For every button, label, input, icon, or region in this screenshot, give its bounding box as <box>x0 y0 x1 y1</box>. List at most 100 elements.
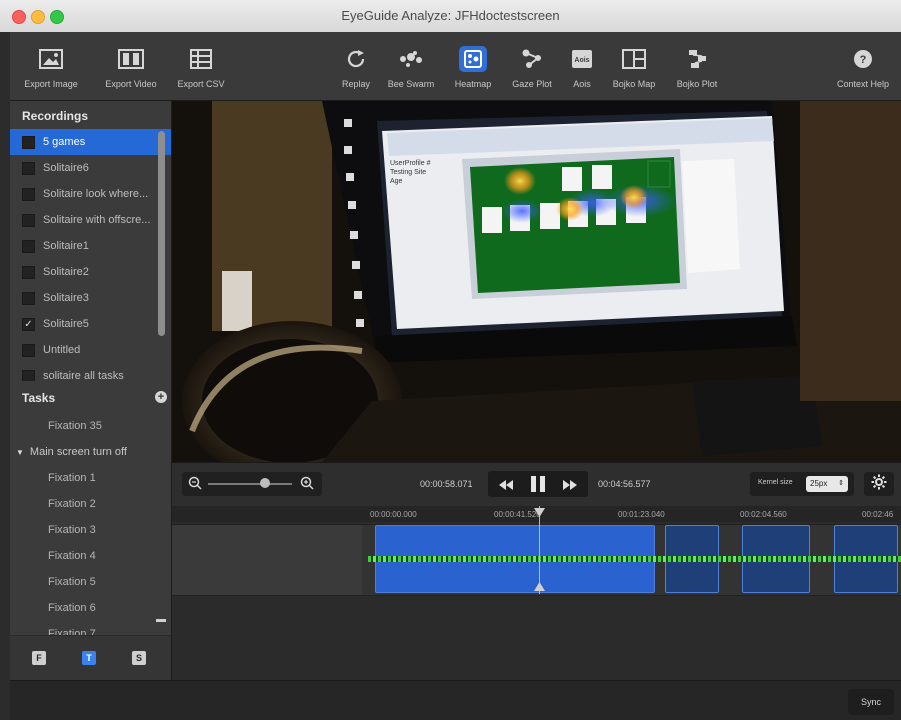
zoom-slider-thumb[interactable] <box>260 478 270 488</box>
video-frame[interactable]: UserProfile # Testing Site Age <box>172 101 901 462</box>
recordings-scrollbar[interactable] <box>158 131 165 336</box>
recording-checkbox[interactable] <box>22 213 35 227</box>
settings-button[interactable] <box>864 472 894 496</box>
footer-bar: Sync <box>10 680 901 720</box>
recording-item[interactable]: solitaire all tasks <box>10 363 171 381</box>
task-item[interactable]: Fixation 3 <box>10 517 171 543</box>
zoom-out-icon[interactable] <box>188 476 202 495</box>
film-icon <box>117 46 145 72</box>
timeline[interactable]: 00:00:00.000 00:00:41.520 00:01:23.040 0… <box>172 506 901 680</box>
bee-swarm-icon <box>397 46 425 72</box>
video-scene <box>172 101 901 462</box>
window-title: EyeGuide Analyze: JFHdoctestscreen <box>341 8 560 23</box>
transport-controls <box>488 471 588 497</box>
task-item[interactable]: Fixation 2 <box>10 491 171 517</box>
task-item[interactable]: Fixation 1 <box>10 465 171 491</box>
recording-checkbox[interactable] <box>22 187 35 201</box>
sync-button[interactable]: Sync <box>848 689 894 715</box>
rewind-icon[interactable] <box>498 478 514 496</box>
replay-button[interactable]: Replay <box>336 32 376 100</box>
kernel-size-select[interactable]: 25px ⇕ <box>806 476 848 492</box>
recording-item[interactable]: Solitaire3 <box>10 285 171 311</box>
bee-swarm-button[interactable]: Bee Swarm <box>383 32 439 100</box>
tab-t[interactable]: T <box>82 651 96 665</box>
aois-icon: Aois <box>568 46 596 72</box>
recordings-title: Recordings <box>22 109 89 123</box>
gaze-plot-button[interactable]: Gaze Plot <box>508 32 556 100</box>
window-left-edge <box>0 32 10 720</box>
task-item[interactable]: Fixation 5 <box>10 569 171 595</box>
task-item[interactable]: Fixation 7 <box>10 621 171 635</box>
ruler-tick-label: 00:02:46 <box>862 510 894 519</box>
pause-icon[interactable] <box>530 475 546 498</box>
context-help-button[interactable]: ? Context Help <box>830 32 896 100</box>
tab-s[interactable]: S <box>132 651 146 665</box>
task-item[interactable]: Fixation 35 <box>10 413 171 439</box>
zoom-slider-track[interactable] <box>208 483 292 485</box>
svg-text:Aois: Aois <box>574 57 589 64</box>
export-video-button[interactable]: Export Video <box>96 32 166 100</box>
task-item[interactable]: Fixation 6 <box>10 595 171 621</box>
recording-item[interactable]: ✓ Solitaire5 <box>10 311 171 337</box>
bojko-map-button[interactable]: Bojko Map <box>606 32 662 100</box>
recording-checkbox[interactable] <box>22 291 35 305</box>
task-item[interactable]: Fixation 4 <box>10 543 171 569</box>
sidebar-bottom-tabs: F T S <box>10 635 171 681</box>
stepper-arrows-icon: ⇕ <box>838 480 844 487</box>
recording-item[interactable]: Solitaire with offscre... <box>10 207 171 233</box>
export-image-button[interactable]: Export Image <box>16 32 86 100</box>
tasks-header: Tasks + <box>10 387 171 411</box>
recording-checkbox[interactable] <box>22 369 35 381</box>
image-icon <box>37 46 65 72</box>
recording-checkbox-checked[interactable]: ✓ <box>22 317 35 331</box>
recording-checkbox[interactable] <box>22 239 35 253</box>
zoom-control <box>182 472 322 496</box>
fast-forward-icon[interactable] <box>562 478 578 496</box>
bojko-map-icon <box>620 46 648 72</box>
help-icon: ? <box>849 46 877 72</box>
recording-item[interactable]: 5 games <box>10 129 171 155</box>
ruler-tick-label: 00:00:00.000 <box>370 510 417 519</box>
tasks-title: Tasks <box>22 391 56 405</box>
recording-track <box>172 524 901 596</box>
kernel-size-label: Kernel size <box>758 479 793 486</box>
add-task-icon[interactable]: + <box>155 391 167 403</box>
ruler-tick-label: 00:01:23.040 <box>618 510 665 519</box>
gaze-data-strip <box>368 556 901 562</box>
recording-item[interactable]: Solitaire2 <box>10 259 171 285</box>
task-group[interactable]: ▼ Main screen turn off <box>10 439 171 465</box>
recording-item[interactable]: Solitaire6 <box>10 155 171 181</box>
gear-icon <box>871 474 887 495</box>
tasks-list: Fixation 35 ▼ Main screen turn off Fixati… <box>10 413 171 635</box>
remove-task-icon[interactable] <box>156 619 166 622</box>
recording-item[interactable]: Solitaire look where... <box>10 181 171 207</box>
recording-checkbox[interactable] <box>22 265 35 279</box>
ruler-tick-label: 00:02:04.560 <box>740 510 787 519</box>
recording-item[interactable]: Untitled <box>10 337 171 363</box>
track-header <box>172 525 362 595</box>
heatmap-button[interactable]: Heatmap <box>448 32 498 100</box>
export-csv-button[interactable]: Export CSV <box>170 32 232 100</box>
screen-form-labels: UserProfile # Testing Site Age <box>390 160 431 185</box>
current-time: 00:00:58.071 <box>420 479 473 489</box>
title-bar: EyeGuide Analyze: JFHdoctestscreen <box>0 0 901 33</box>
aois-button[interactable]: Aois Aois <box>567 32 597 100</box>
playback-controls: 00:00:58.071 00:04:56.577 Kernel size 25… <box>172 462 901 507</box>
recordings-list: 5 games Solitaire6 Solitaire look where.… <box>10 129 171 381</box>
recording-checkbox[interactable] <box>22 343 35 357</box>
recording-item[interactable]: Solitaire1 <box>10 233 171 259</box>
kernel-size-control: Kernel size 25px ⇕ <box>750 472 854 496</box>
recording-checkbox[interactable] <box>22 161 35 175</box>
recording-checkbox[interactable] <box>22 135 35 149</box>
playhead[interactable] <box>539 506 540 594</box>
replay-icon <box>342 46 370 72</box>
bojko-plot-icon <box>683 46 711 72</box>
zoom-in-icon[interactable] <box>300 476 314 495</box>
svg-text:?: ? <box>860 54 867 66</box>
bojko-plot-button[interactable]: Bojko Plot <box>672 32 722 100</box>
ruler-tick-label: 00:00:41.520 <box>494 510 541 519</box>
gaze-plot-icon <box>518 46 546 72</box>
disclosure-triangle-icon[interactable]: ▼ <box>16 448 24 457</box>
tab-f[interactable]: F <box>32 651 46 665</box>
total-time: 00:04:56.577 <box>598 479 651 489</box>
